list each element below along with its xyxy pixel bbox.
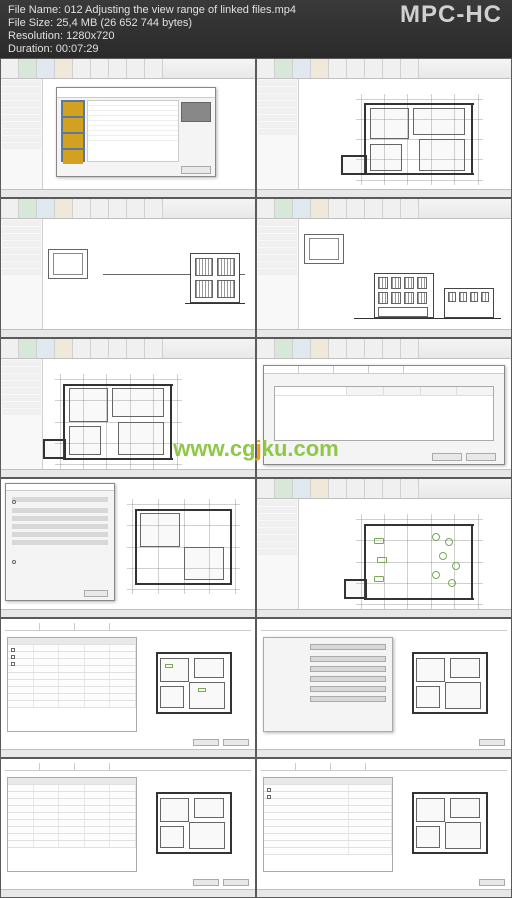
mpc-header: MPC-HC File Name: 012 Adjusting the view…: [0, 0, 512, 58]
visibility-checkbox[interactable]: [267, 795, 271, 799]
elevation-sketch: [185, 244, 245, 304]
radio-option[interactable]: [12, 500, 16, 504]
thumb-3[interactable]: [0, 198, 256, 338]
thumb-6[interactable]: [256, 338, 512, 478]
status-bar: [1, 189, 255, 197]
floor-plan-detail: [402, 784, 497, 864]
ok-button[interactable]: [223, 879, 249, 886]
floor-plan: [354, 94, 484, 184]
floor-plan-furnished: [354, 514, 484, 609]
ribbon: [1, 59, 255, 79]
cancel-button[interactable]: [193, 739, 219, 746]
floor-plan: [126, 499, 241, 594]
cancel-button[interactable]: [193, 879, 219, 886]
thumb-8[interactable]: [256, 478, 512, 618]
visibility-graphics-dialog[interactable]: [5, 483, 115, 601]
open-button[interactable]: [181, 166, 211, 174]
preview-image: [181, 102, 211, 122]
floor-plan: [53, 374, 183, 469]
file-open-dialog[interactable]: [56, 87, 216, 177]
duration-label: Duration:: [8, 43, 53, 55]
visibility-checkbox[interactable]: [11, 662, 15, 666]
thumb-12[interactable]: [256, 758, 512, 898]
thumb-1[interactable]: [0, 58, 256, 198]
thumb-10[interactable]: [256, 618, 512, 758]
thumb-5[interactable]: [0, 338, 256, 478]
floor-plan-detail: [146, 784, 241, 864]
ok-button[interactable]: [479, 879, 505, 886]
visibility-checkbox[interactable]: [11, 648, 15, 652]
visibility-graphics-dialog[interactable]: [263, 365, 505, 465]
duration-value: 00:07:29: [56, 43, 99, 55]
filesize-value: 25,4 MB (26 652 744 bytes): [56, 17, 192, 29]
resolution-value: 1280x720: [66, 30, 114, 42]
thumb-9[interactable]: [0, 618, 256, 758]
ok-button[interactable]: [466, 453, 496, 461]
thumb-11[interactable]: [0, 758, 256, 898]
filename-value: 012 Adjusting the view range of linked f…: [64, 4, 296, 16]
filename-label: File Name:: [8, 4, 61, 16]
building-elevation: [354, 259, 501, 319]
ok-button[interactable]: [84, 590, 108, 597]
radio-option[interactable]: [12, 560, 16, 564]
floor-plan-detail: [402, 644, 497, 724]
thumb-4[interactable]: [256, 198, 512, 338]
visibility-checkbox[interactable]: [11, 655, 15, 659]
override-table[interactable]: [7, 777, 137, 872]
ok-button[interactable]: [479, 739, 505, 746]
filter-settings[interactable]: [263, 637, 393, 732]
resolution-label: Resolution:: [8, 30, 63, 42]
visibility-checkbox[interactable]: [267, 788, 271, 792]
ok-button[interactable]: [223, 739, 249, 746]
category-list[interactable]: [263, 777, 393, 872]
floor-plan-detail: [146, 644, 241, 724]
filesize-label: File Size:: [8, 17, 53, 29]
player-brand: MPC-HC: [400, 8, 502, 21]
thumbnail-grid: [0, 58, 512, 898]
mini-plan: [48, 249, 88, 279]
category-table[interactable]: [7, 637, 137, 732]
thumb-7[interactable]: [0, 478, 256, 618]
mini-plan: [304, 234, 344, 264]
thumb-2[interactable]: [256, 58, 512, 198]
cancel-button[interactable]: [432, 453, 462, 461]
properties-panel: [1, 79, 43, 189]
